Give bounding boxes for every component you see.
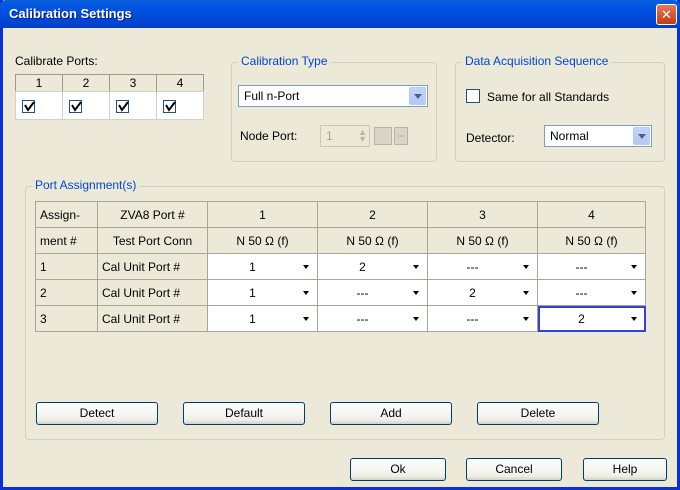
same-for-all-checkbox[interactable] bbox=[466, 89, 480, 103]
port-2-cell bbox=[62, 91, 110, 120]
checkmark-icon bbox=[165, 101, 176, 112]
chevron-down-icon[interactable] bbox=[409, 87, 426, 105]
row-label: Cal Unit Port # bbox=[97, 305, 208, 332]
calibrate-ports-label: Calibrate Ports: bbox=[15, 54, 98, 68]
row-label: Cal Unit Port # bbox=[97, 279, 208, 306]
detector-label: Detector: bbox=[466, 131, 515, 145]
data-acquisition-group: Data Acquisition Sequence Same for all S… bbox=[455, 54, 665, 162]
close-icon: ✕ bbox=[661, 7, 672, 22]
calibration-type-title: Calibration Type bbox=[238, 54, 331, 68]
port-assignment-table: Assign- ZVA8 Port # 1 2 3 4 ment # Test … bbox=[35, 201, 646, 332]
chevron-down-icon[interactable] bbox=[518, 285, 534, 301]
detect-button[interactable]: Detect bbox=[36, 402, 158, 425]
chevron-down-icon[interactable] bbox=[408, 311, 424, 327]
spin-arrows-icon[interactable]: ▲ ▼ bbox=[358, 128, 367, 144]
chevron-down-icon[interactable] bbox=[626, 285, 642, 301]
node-port-input[interactable]: 1 ▲ ▼ bbox=[320, 125, 370, 147]
port-select-cell[interactable]: 1 bbox=[207, 305, 318, 332]
calibration-type-select[interactable]: Full n-Port bbox=[238, 85, 428, 107]
row-number: 2 bbox=[35, 279, 98, 306]
port-3-checkbox[interactable] bbox=[116, 100, 129, 113]
row-number: 3 bbox=[35, 305, 98, 332]
ok-button[interactable]: Ok bbox=[350, 458, 446, 481]
header-cell: 3 bbox=[427, 201, 538, 228]
checkmark-icon bbox=[118, 101, 129, 112]
table-header-row: ment # Test Port Conn N 50 Ω (f) N 50 Ω … bbox=[35, 227, 646, 254]
port-select-cell[interactable]: --- bbox=[537, 279, 646, 306]
port-select-cell[interactable]: 1 bbox=[207, 279, 318, 306]
port-assignment-title: Port Assignment(s) bbox=[32, 178, 140, 192]
chevron-down-icon[interactable] bbox=[633, 127, 650, 145]
port-4-cell bbox=[156, 91, 204, 120]
detector-value: Normal bbox=[550, 129, 589, 143]
port-select-cell[interactable]: --- bbox=[427, 305, 538, 332]
port-select-cell[interactable]: 2 bbox=[427, 279, 538, 306]
port-3-header: 3 bbox=[109, 74, 157, 92]
help-button[interactable]: Help bbox=[583, 458, 667, 481]
chevron-down-icon[interactable] bbox=[626, 311, 642, 327]
row-number: 1 bbox=[35, 253, 98, 280]
port-select-cell[interactable]: --- bbox=[317, 279, 428, 306]
chevron-down-icon[interactable] bbox=[408, 285, 424, 301]
port-1-header: 1 bbox=[15, 74, 63, 92]
header-cell: 1 bbox=[207, 201, 318, 228]
node-port-grid-icon[interactable] bbox=[374, 127, 392, 145]
port-select-cell[interactable]: 1 bbox=[207, 253, 318, 280]
delete-button[interactable]: Delete bbox=[477, 402, 599, 425]
port-2-checkbox[interactable] bbox=[69, 100, 82, 113]
table-row: 1 Cal Unit Port # 1 2 --- --- bbox=[35, 253, 646, 280]
calibration-type-value: Full n-Port bbox=[244, 89, 300, 103]
calibration-settings-dialog: Calibration Settings ✕ Calibrate Ports: … bbox=[0, 0, 680, 490]
port-1-cell bbox=[15, 91, 63, 120]
add-button[interactable]: Add bbox=[330, 402, 452, 425]
calibration-type-group: Calibration Type Full n-Port Node Port: … bbox=[231, 54, 437, 162]
port-4-header: 4 bbox=[156, 74, 204, 92]
chevron-down-icon[interactable] bbox=[518, 259, 534, 275]
header-cell: N 50 Ω (f) bbox=[427, 227, 538, 254]
chevron-down-icon[interactable] bbox=[298, 285, 314, 301]
same-for-all-label: Same for all Standards bbox=[487, 90, 610, 104]
header-cell: N 50 Ω (f) bbox=[537, 227, 646, 254]
port-select-cell[interactable]: --- bbox=[537, 253, 646, 280]
port-select-cell[interactable]: 2 bbox=[317, 253, 428, 280]
calibrate-ports-grid: 1 2 3 4 bbox=[15, 74, 215, 122]
header-cell: ZVA8 Port # bbox=[97, 201, 208, 228]
chevron-down-icon[interactable] bbox=[626, 259, 642, 275]
title-bar: Calibration Settings ✕ bbox=[0, 0, 680, 28]
chevron-down-icon[interactable] bbox=[298, 259, 314, 275]
port-select-cell[interactable]: --- bbox=[427, 253, 538, 280]
header-cell: 2 bbox=[317, 201, 428, 228]
table-row: 3 Cal Unit Port # 1 --- --- 2 bbox=[35, 305, 646, 332]
detector-select[interactable]: Normal bbox=[544, 125, 652, 147]
table-header-row: Assign- ZVA8 Port # 1 2 3 4 bbox=[35, 201, 646, 228]
port-select-cell[interactable]: 2 bbox=[537, 305, 646, 332]
close-button[interactable]: ✕ bbox=[656, 4, 677, 25]
header-cell: 4 bbox=[537, 201, 646, 228]
header-cell: ment # bbox=[35, 227, 98, 254]
checkmark-icon bbox=[71, 101, 82, 112]
header-cell: Assign- bbox=[35, 201, 98, 228]
header-cell: N 50 Ω (f) bbox=[207, 227, 318, 254]
port-4-checkbox[interactable] bbox=[163, 100, 176, 113]
chevron-down-icon[interactable] bbox=[298, 311, 314, 327]
header-cell: N 50 Ω (f) bbox=[317, 227, 428, 254]
node-port-minus-icon[interactable]: − bbox=[394, 127, 408, 145]
node-port-label: Node Port: bbox=[240, 129, 298, 143]
header-cell: Test Port Conn bbox=[97, 227, 208, 254]
port-select-cell[interactable]: --- bbox=[317, 305, 428, 332]
cancel-button[interactable]: Cancel bbox=[466, 458, 562, 481]
row-label: Cal Unit Port # bbox=[97, 253, 208, 280]
port-3-cell bbox=[109, 91, 157, 120]
port-1-checkbox[interactable] bbox=[22, 100, 35, 113]
chevron-down-icon[interactable] bbox=[518, 311, 534, 327]
port-2-header: 2 bbox=[62, 74, 110, 92]
checkmark-icon bbox=[24, 101, 35, 112]
table-row: 2 Cal Unit Port # 1 --- 2 --- bbox=[35, 279, 646, 306]
window-title: Calibration Settings bbox=[9, 6, 132, 21]
chevron-down-icon[interactable] bbox=[408, 259, 424, 275]
data-acquisition-title: Data Acquisition Sequence bbox=[462, 54, 612, 68]
default-button[interactable]: Default bbox=[183, 402, 305, 425]
